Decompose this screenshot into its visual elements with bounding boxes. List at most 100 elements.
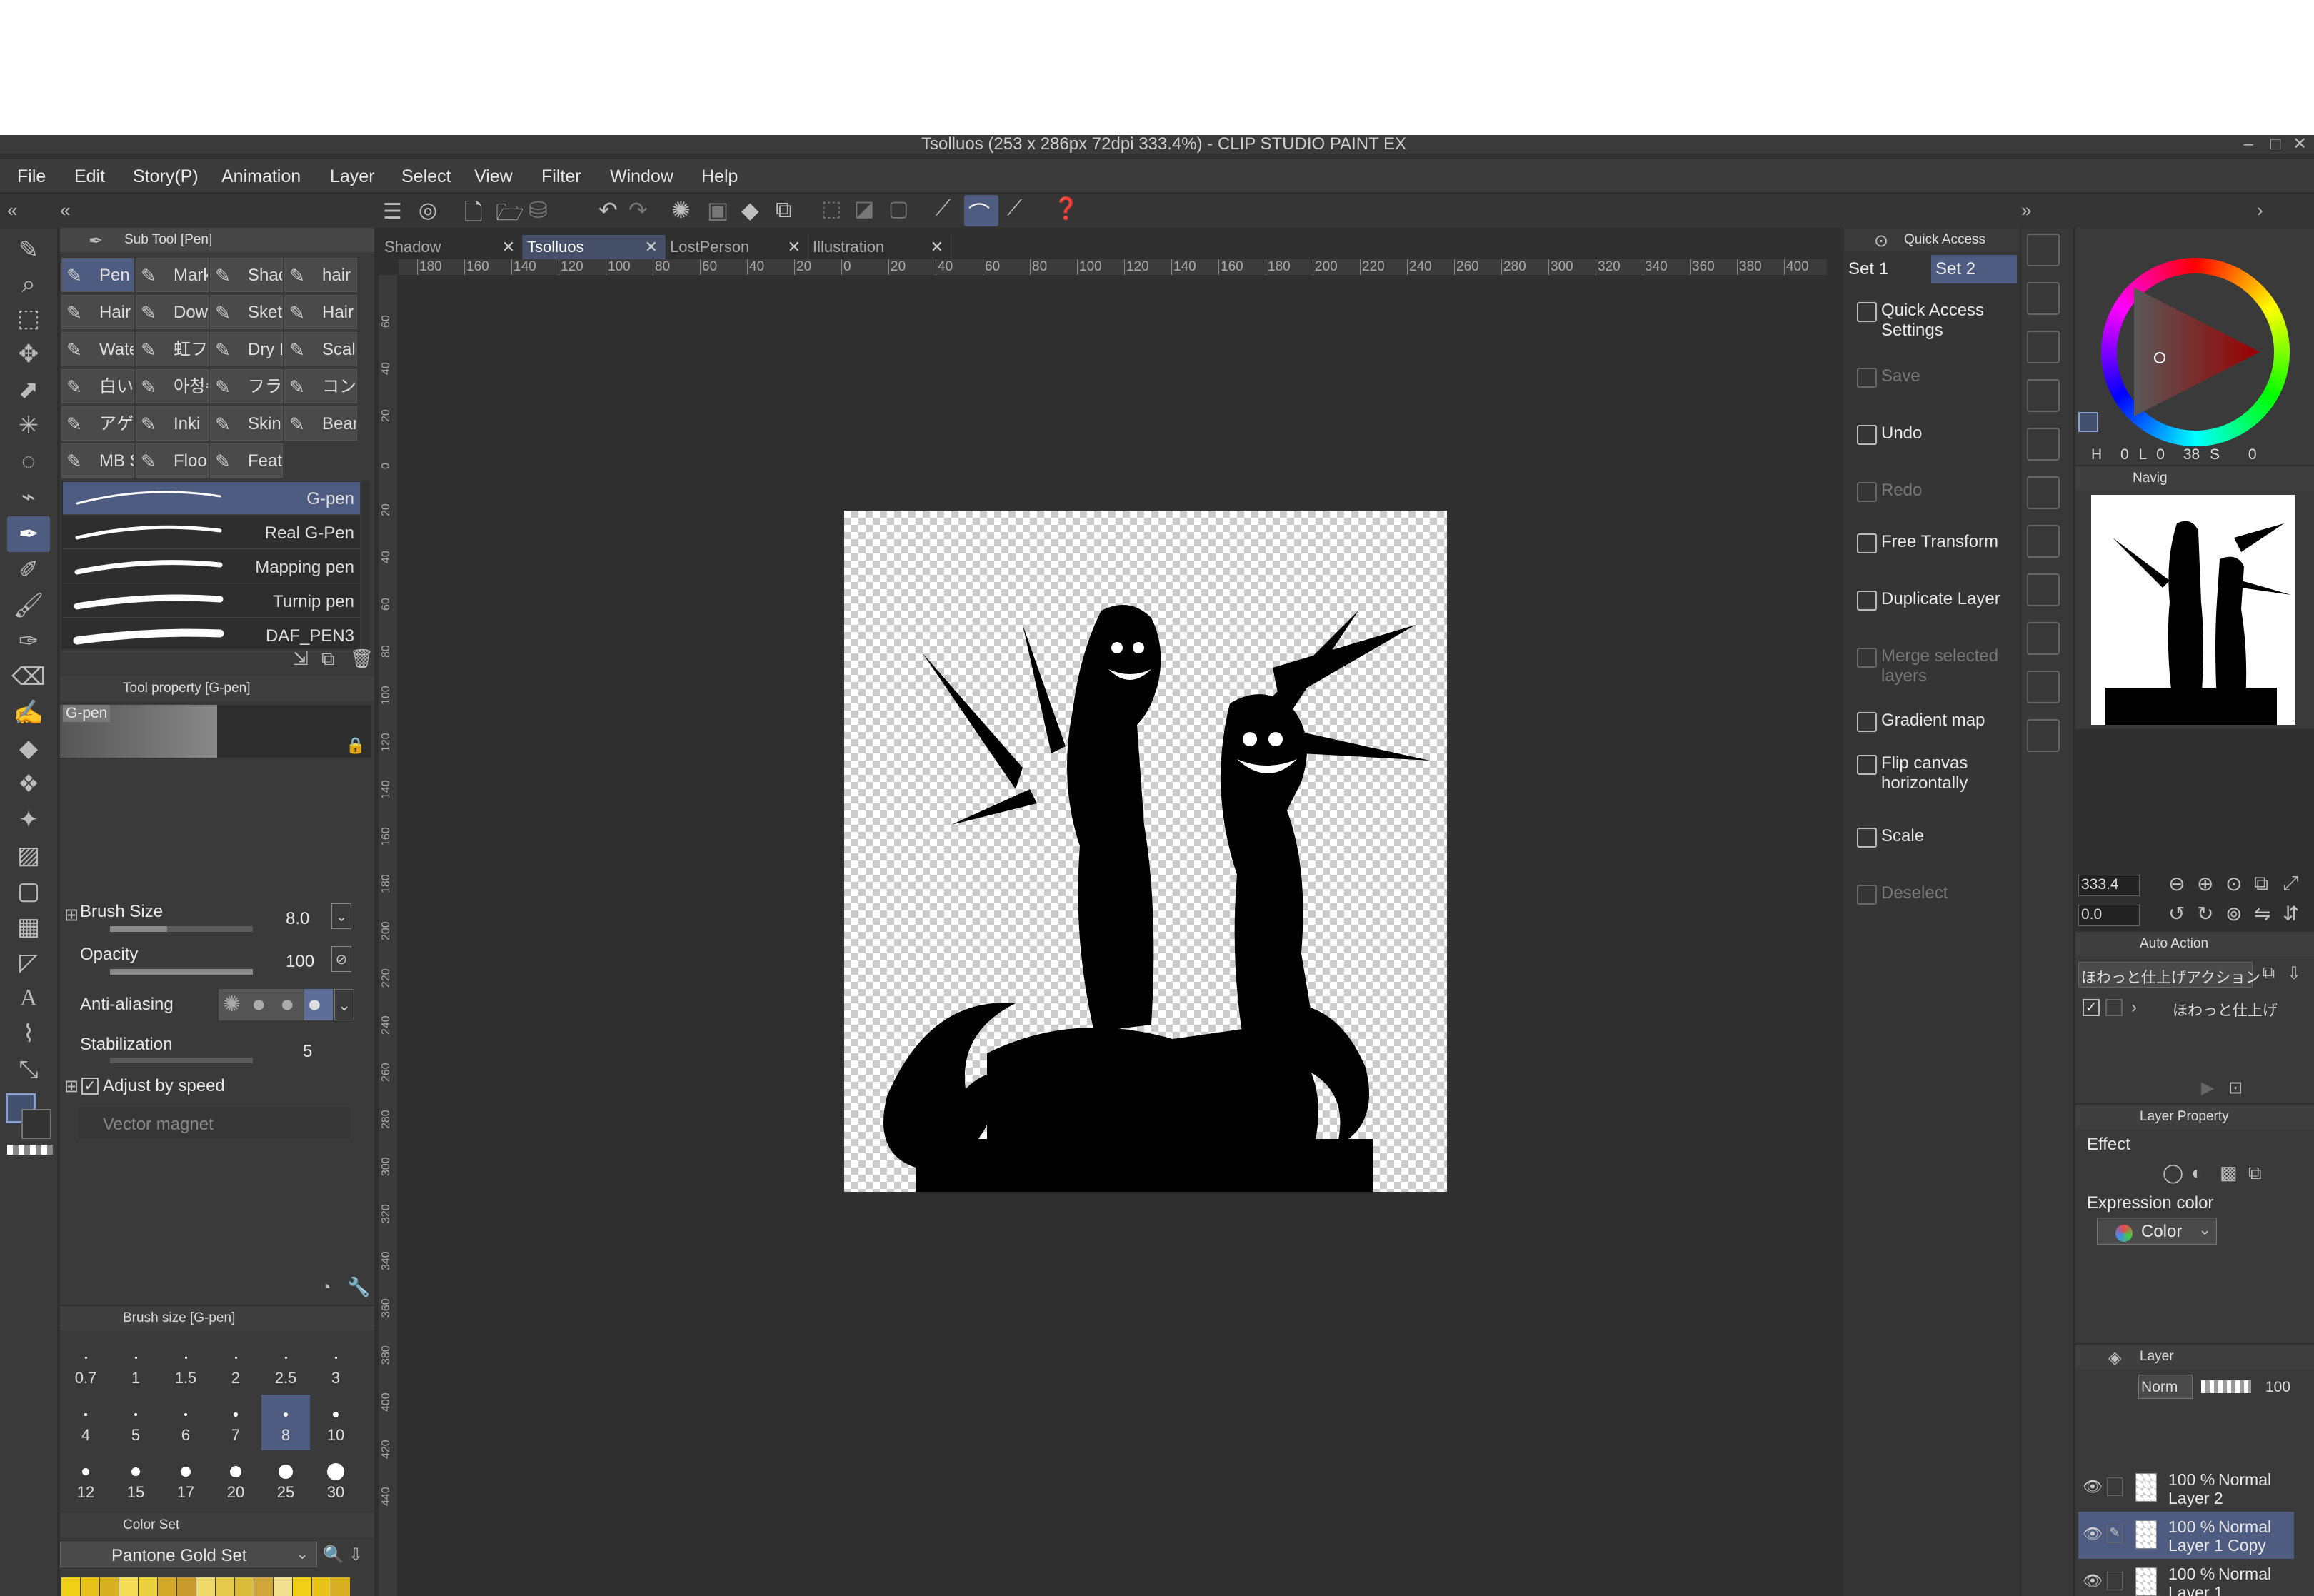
menu-window[interactable]: Window <box>610 166 673 187</box>
color-swatch[interactable] <box>331 1577 350 1596</box>
color-swatch[interactable] <box>81 1577 99 1596</box>
doc-tab[interactable]: Illustration ✕ <box>808 235 951 259</box>
deselect-icon[interactable]: ⬚ <box>821 196 841 221</box>
menu-file[interactable]: File <box>17 166 46 187</box>
size-cell[interactable]: 12 <box>61 1452 110 1507</box>
visibility-eye-icon[interactable]: 👁 <box>2083 1525 2103 1543</box>
color-swatch[interactable] <box>254 1577 273 1596</box>
add-subtool-icon[interactable]: ⇲ <box>293 648 309 670</box>
correct-line-tool-icon[interactable]: ⤡ <box>10 1053 47 1086</box>
figure-tool-icon[interactable]: ▢ <box>10 875 47 908</box>
frame-tool-icon[interactable]: ▦ <box>10 910 47 943</box>
subtool-button[interactable]: ✎ フラッ <box>210 369 283 403</box>
airbrush-tool-icon[interactable]: ✑ <box>10 625 47 658</box>
subtool-button[interactable]: ✎ MB S <box>61 443 134 478</box>
qa-thumb-9[interactable] <box>2027 622 2060 655</box>
move-tool-icon[interactable]: ✥ <box>10 338 47 371</box>
size-cell[interactable]: 8 <box>261 1395 310 1450</box>
expand-action-icon[interactable]: › <box>2131 998 2137 1018</box>
size-cell[interactable]: 3 <box>311 1337 360 1393</box>
subtool-button[interactable]: ✎ Dry B <box>210 332 283 366</box>
edit-pen-icon[interactable] <box>2107 1477 2123 1496</box>
color-swatch[interactable] <box>119 1577 138 1596</box>
visibility-eye-icon[interactable]: 👁 <box>2083 1477 2103 1496</box>
color-swatch[interactable] <box>293 1577 311 1596</box>
size-cell[interactable]: 6 <box>161 1395 210 1450</box>
collapse-right-2-icon[interactable]: › <box>2257 199 2263 221</box>
collapse-left-icon[interactable]: « <box>7 199 17 221</box>
quick-access-item[interactable]: Scale <box>1857 826 2038 848</box>
color-swatch[interactable] <box>196 1577 215 1596</box>
menu-view[interactable]: View <box>474 166 513 187</box>
quick-access-item[interactable]: Undo <box>1857 423 2038 445</box>
size-cell[interactable]: 15 <box>111 1452 160 1507</box>
doc-tab[interactable]: Shadow ✕ <box>380 235 523 259</box>
record-action-icon[interactable]: ⊡ <box>2228 1078 2243 1098</box>
actual-size-icon[interactable]: ⊙ <box>2225 872 2242 895</box>
tab-close-icon[interactable]: ✕ <box>502 235 515 259</box>
antialias-weak-icon[interactable]: ● <box>251 990 266 1018</box>
subtool-button[interactable]: ✎ Wate <box>61 332 134 366</box>
size-cell[interactable]: 30 <box>311 1452 360 1507</box>
save-icon[interactable]: ⛁ <box>529 196 548 224</box>
opacity-link-icon[interactable]: ⊘ <box>331 946 351 972</box>
undo-icon[interactable]: ↶ <box>598 196 618 224</box>
size-cell[interactable]: 20 <box>211 1452 260 1507</box>
subtool-button[interactable]: ✎ Mark <box>136 258 209 292</box>
subtool-button[interactable]: ✎ hair <box>284 258 357 292</box>
visibility-eye-icon[interactable]: 👁 <box>2083 1572 2103 1590</box>
auto-select-tool-icon[interactable]: ✳ <box>10 409 47 442</box>
qa-thumb-6[interactable] <box>2027 476 2060 509</box>
duplicate-subtool-icon[interactable]: ⧉ <box>321 648 335 671</box>
brush-item[interactable]: Turnip pen <box>63 585 360 618</box>
brush-item[interactable]: Real G-Pen <box>63 516 360 549</box>
clear-outside-icon[interactable]: ▣ <box>707 196 728 224</box>
zoom-out-icon[interactable]: ⊖ <box>2168 872 2185 895</box>
invert-selection-icon[interactable]: ◪ <box>854 196 874 221</box>
selection-tool-icon[interactable]: ⬚ <box>10 302 47 335</box>
effect-more-icon[interactable]: ⧉ <box>2248 1162 2262 1185</box>
redo-icon[interactable]: ↷ <box>628 196 648 224</box>
stabilization-value[interactable]: 5 <box>303 1042 312 1062</box>
brush-size-slider[interactable] <box>110 926 253 932</box>
color-swatch[interactable] <box>158 1577 176 1596</box>
effect-watercolor-icon[interactable]: ◐ <box>2191 1162 2203 1184</box>
collapse-left-2-icon[interactable]: « <box>60 199 70 221</box>
quick-access-item[interactable]: Quick Access Settings <box>1857 301 2038 341</box>
gradient-tool-icon[interactable]: ▨ <box>10 839 47 872</box>
import-action-icon[interactable]: ⇩ <box>2287 963 2301 984</box>
color-swatch[interactable] <box>235 1577 254 1596</box>
wrench-icon[interactable]: 🔧 <box>347 1276 370 1298</box>
fit-window-icon[interactable]: ⤢ <box>2283 872 2298 895</box>
edit-pen-icon[interactable]: ✎ <box>2107 1525 2123 1543</box>
subtool-button[interactable]: ✎ Inki <box>136 406 209 441</box>
menu-filter[interactable]: Filter <box>541 166 581 187</box>
quick-access-item[interactable]: Gradient map <box>1857 711 2038 732</box>
menu-select[interactable]: Select <box>401 166 451 187</box>
flip-horizontal-icon[interactable]: ⇋ <box>2254 902 2270 925</box>
decoration-tool-icon[interactable]: ❖ <box>10 768 47 800</box>
pressure-settings-icon[interactable]: ⌄ <box>331 903 351 929</box>
reset-icon[interactable]: ◔ <box>320 1276 331 1298</box>
delete-subtool-icon[interactable]: 🗑 <box>350 648 374 670</box>
color-swatch[interactable] <box>100 1577 119 1596</box>
rotate-left-icon[interactable]: ↺ <box>2168 902 2185 925</box>
quick-access-item[interactable]: Flip canvas horizontally <box>1857 753 2038 793</box>
selection-border-icon[interactable]: ▢ <box>888 196 908 221</box>
opacity-value[interactable]: 100 <box>286 952 314 972</box>
subtool-button[interactable]: ✎ Skin <box>210 406 283 441</box>
snap-grid-icon[interactable]: ⟋ <box>1007 196 1022 221</box>
layer-row[interactable]: 👁 100 % Normal Layer 2 <box>2078 1465 2294 1512</box>
subtool-button[interactable]: ✎ 아청수 <box>136 369 209 403</box>
quick-access-item[interactable]: Redo <box>1857 481 2038 502</box>
tab-close-icon[interactable]: ✕ <box>788 235 801 259</box>
brush-size-value[interactable]: 8.0 <box>286 909 309 929</box>
fill-tool-icon[interactable]: ◆ <box>10 732 47 765</box>
opacity-slider[interactable] <box>110 969 253 975</box>
import-icon[interactable]: ⇩ <box>349 1545 363 1565</box>
adjust-speed-checkbox[interactable]: ✓ <box>81 1078 99 1095</box>
subtool-button[interactable]: ✎ Floo <box>136 443 209 478</box>
layer-row[interactable]: 👁 100 % Normal Layer 1 <box>2078 1559 2294 1596</box>
antialias-none-icon[interactable]: ✺ <box>223 992 241 1017</box>
size-cell[interactable]: 2.5 <box>261 1337 310 1393</box>
